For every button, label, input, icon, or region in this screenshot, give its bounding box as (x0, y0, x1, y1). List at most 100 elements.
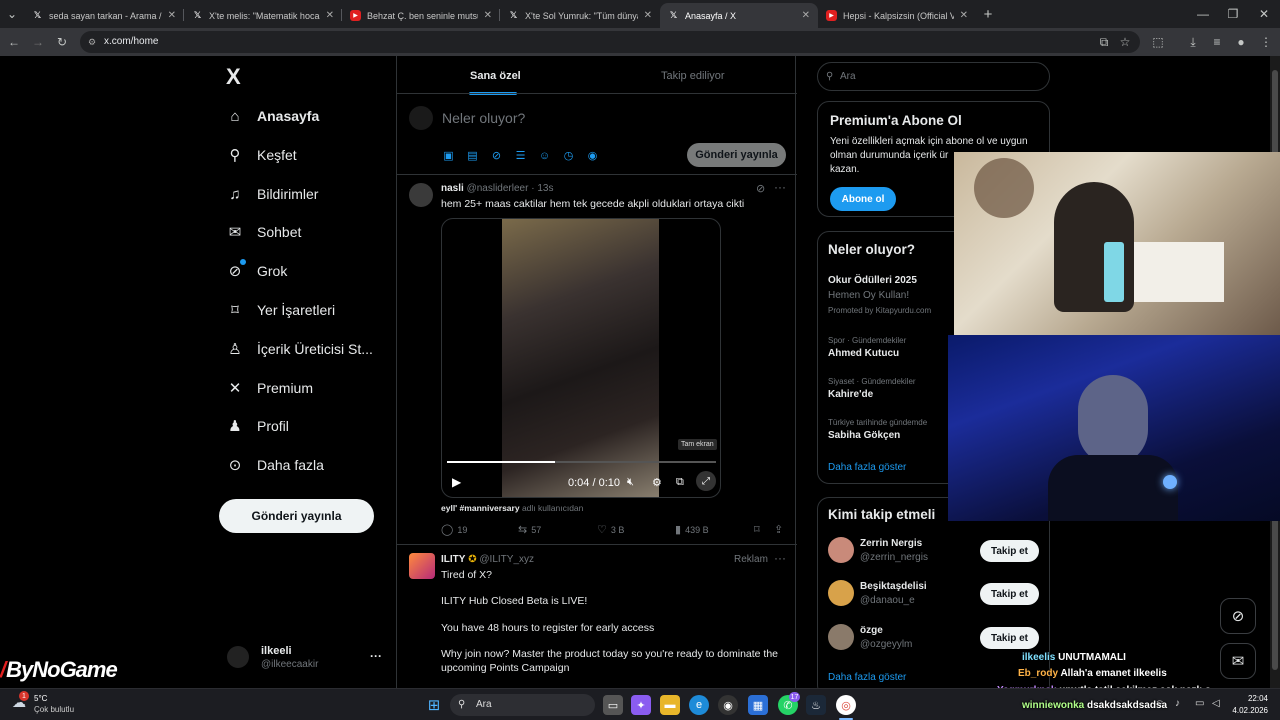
nav-item-notifications[interactable]: ♫ Bildirimler (226, 179, 318, 209)
composer-post-button[interactable]: Gönderi yayınla (687, 143, 786, 167)
github-icon[interactable]: ◉ (718, 695, 738, 715)
picture-in-picture-icon[interactable]: ⧉ (676, 476, 684, 489)
grok-explain-icon[interactable]: ⊘ (756, 182, 765, 195)
post-author-handle[interactable]: @nasliderleer (467, 183, 529, 194)
subscribe-button[interactable]: Abone ol (830, 187, 896, 211)
post-more-icon[interactable]: ··· (774, 551, 786, 565)
gif-icon[interactable]: ▤ (466, 149, 479, 162)
account-menu-button[interactable]: ··· (370, 649, 382, 663)
minimize-icon[interactable]: — (1195, 6, 1211, 22)
schedule-icon[interactable]: ◷ (562, 149, 575, 162)
nav-item-premium[interactable]: ✕ Premium (226, 373, 313, 403)
windows-start-icon[interactable]: ⊞ (424, 695, 444, 715)
like-button[interactable]: ♡ 3 B (597, 523, 624, 536)
account-avatar[interactable] (227, 646, 249, 668)
mute-icon[interactable]: 🔇︎ (627, 476, 634, 489)
browser-tab-active[interactable]: 𝕏 Anasayfa / X ✕ (660, 3, 818, 28)
trend-item[interactable]: Ahmed Kutucu (828, 348, 899, 359)
suggested-user-name[interactable]: Zerrin Nergis (860, 538, 922, 549)
nav-item-creator-studio[interactable]: ♙ İçerik Üreticisi St... (226, 334, 373, 364)
browser-tab[interactable]: 𝕏 X'te Sol Yumruk: "Tüm dünya s ✕ (500, 3, 660, 28)
close-icon[interactable]: ✕ (484, 10, 492, 21)
nav-item-bookmarks[interactable]: ⌑ Yer İşaretleri (226, 295, 335, 325)
profile-avatar-icon[interactable]: ● (1233, 34, 1249, 50)
file-explorer-icon[interactable]: ▬ (660, 695, 680, 715)
close-window-icon[interactable]: ✕ (1256, 6, 1272, 22)
settings-icon[interactable]: ⚙ (652, 476, 662, 489)
steam-icon[interactable]: ♨ (806, 695, 826, 715)
clock-date[interactable]: 4.02.2026 (1226, 706, 1268, 715)
post-button[interactable]: Gönderi yayınla (219, 499, 374, 533)
search-input[interactable]: ⚲ Ara (817, 62, 1050, 91)
browser-tab[interactable]: 𝕏 X'te melis: "Matematik hocası b ✕ (184, 3, 342, 28)
mic-icon[interactable]: ♪ (1175, 698, 1180, 709)
reply-button[interactable]: ◯ 19 (441, 523, 467, 536)
browser-menu-icon[interactable]: ⋮ (1258, 34, 1274, 50)
clock-time[interactable]: 22:04 (1236, 694, 1268, 703)
follow-button[interactable]: Takip et (980, 627, 1039, 649)
address-bar[interactable]: ⚙ x.com/home (80, 31, 1140, 53)
close-icon[interactable]: ✕ (960, 10, 968, 21)
store-icon[interactable]: ▦ (748, 695, 768, 715)
messages-floating-button[interactable]: ✉ (1220, 643, 1256, 679)
maximize-icon[interactable]: ❐ (1225, 6, 1241, 22)
nav-item-more[interactable]: ⊙ Daha fazla (226, 450, 324, 480)
tab-for-you[interactable]: Sana özel (470, 70, 521, 82)
browser-tab[interactable]: ▶ Behzat Ç. ben seninle mutsuzlu ✕ (342, 3, 500, 28)
fullscreen-icon[interactable]: ⤢ (696, 471, 716, 491)
browser-tab[interactable]: ▶ Hepsi - Kalpsizsin (Official Vide ✕ (818, 3, 976, 28)
follow-button[interactable]: Takip et (980, 583, 1039, 605)
post-author-name[interactable]: ILITY (441, 554, 465, 565)
video-progress-track[interactable] (447, 461, 716, 463)
user-avatar[interactable] (828, 537, 854, 563)
attribution-user[interactable]: eyll' #manniversary (441, 503, 520, 513)
edge-icon[interactable]: e (689, 695, 709, 715)
bookmark-star-icon[interactable]: ☆ (1117, 34, 1133, 50)
ad-avatar[interactable] (409, 553, 435, 579)
back-icon[interactable]: ← (6, 34, 22, 50)
tab-following[interactable]: Takip ediliyor (661, 70, 725, 82)
site-info-icon[interactable]: ⚙ (88, 31, 96, 53)
promo-title[interactable]: Okur Ödülleri 2025 (828, 275, 917, 286)
post-more-icon[interactable]: ··· (774, 180, 786, 194)
extensions-icon[interactable]: ⬚ (1150, 34, 1166, 50)
video-player[interactable]: Tam ekran ▶ 0:04 / 0:10 🔇︎ ⚙ ⧉ ⤢ (441, 218, 721, 498)
views-button[interactable]: ▮ 439 B (675, 523, 709, 536)
new-tab-button[interactable]: + (980, 6, 996, 23)
show-more-trends-link[interactable]: Daha fazla göster (828, 462, 906, 473)
follow-button[interactable]: Takip et (980, 540, 1039, 562)
nav-item-explore[interactable]: ⚲ Keşfet (226, 140, 297, 170)
grok-compose-icon[interactable]: ⊘ (490, 149, 503, 162)
poll-icon[interactable]: ☰ (514, 149, 527, 162)
copilot-icon[interactable]: ✦ (631, 695, 651, 715)
tab-search-chevron-icon[interactable]: ⌄ (4, 6, 20, 22)
volume-icon[interactable]: ◁ (1212, 698, 1220, 709)
location-icon[interactable]: ◉ (586, 149, 599, 162)
close-icon[interactable]: ✕ (802, 10, 810, 21)
play-icon[interactable]: ▶ (452, 475, 461, 489)
network-icon[interactable]: ⌔ (1155, 698, 1164, 711)
chrome-icon[interactable]: ◎ (836, 695, 856, 715)
suggested-user-name[interactable]: Beşiktaşdelisi (860, 581, 927, 592)
browser-tab[interactable]: 𝕏 seda sayan tarkan - Arama / X ✕ (24, 3, 184, 28)
forward-icon[interactable]: → (30, 34, 46, 50)
show-more-follow-link[interactable]: Daha fazla göster (828, 672, 906, 683)
display-icon[interactable]: ▭ (1195, 698, 1204, 709)
image-icon[interactable]: ▣ (442, 149, 455, 162)
post-author-name[interactable]: nasli (441, 183, 464, 194)
nav-item-grok[interactable]: ⊘ Grok (226, 256, 287, 286)
post-avatar[interactable] (409, 183, 433, 207)
close-icon[interactable]: ✕ (326, 10, 334, 21)
suggested-user-name[interactable]: özge (860, 625, 883, 636)
nav-item-home[interactable]: ⌂ Anasayfa (226, 101, 319, 131)
share-button[interactable]: ⇪ (774, 523, 787, 536)
bookmark-button[interactable]: ⌑ (754, 523, 764, 536)
trend-item[interactable]: Kahire'de (828, 389, 873, 400)
reload-icon[interactable]: ↻ (54, 34, 70, 50)
post-time[interactable]: · 13s (531, 183, 553, 194)
close-icon[interactable]: ✕ (168, 10, 176, 21)
user-avatar[interactable] (828, 580, 854, 606)
media-icon[interactable]: ≡ (1209, 34, 1225, 50)
nav-item-profile[interactable]: ♟ Profil (226, 411, 289, 441)
emoji-icon[interactable]: ☺ (538, 149, 551, 162)
